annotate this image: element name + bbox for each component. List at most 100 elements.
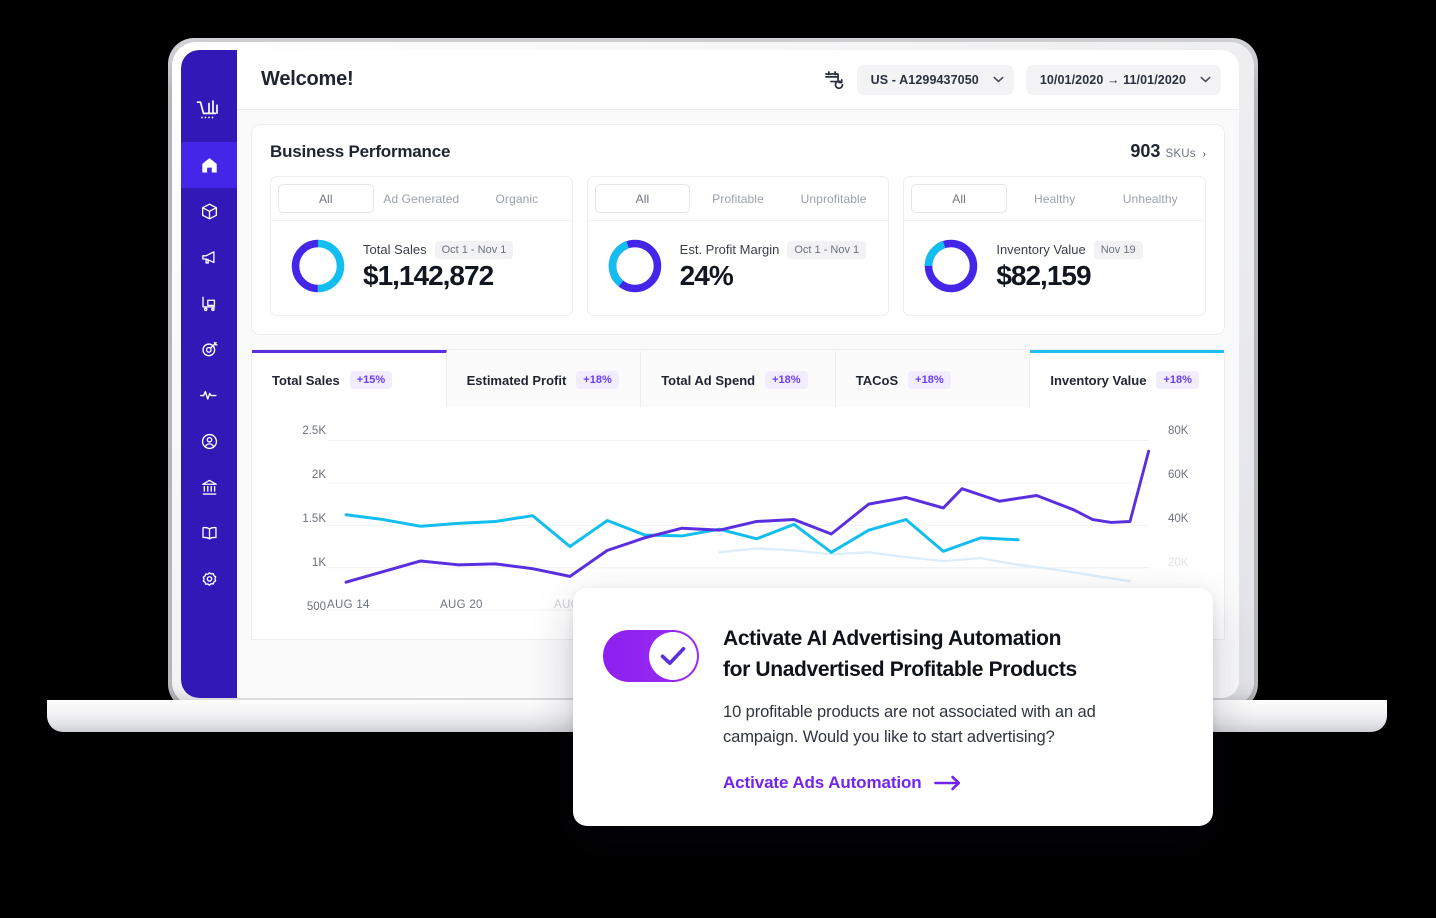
metric-label: Total Sales: [363, 242, 427, 258]
sidebar-item-inventory[interactable]: [181, 280, 237, 326]
screenshot-stage: Welcome! US - A1299437050 10/01/2020 → 1…: [0, 0, 1436, 918]
calendar-sync-icon[interactable]: [823, 69, 845, 91]
sidebar-item-finance[interactable]: [181, 464, 237, 510]
segment-profitable[interactable]: Profitable: [690, 184, 786, 213]
chart-tab-bar: Total Sales +15% Estimated Profit +18% T…: [252, 350, 1224, 407]
marketplace-select[interactable]: US - A1299437050: [856, 64, 1014, 95]
metric-value: $82,159: [996, 259, 1091, 291]
segmented-control-profit-margin: All Profitable Unprofitable: [587, 177, 889, 221]
tab-delta-badge: +18%: [908, 371, 951, 389]
sidebar-item-advertising[interactable]: [181, 234, 237, 280]
metric-value: $1,142,872: [363, 259, 494, 291]
tab-tacos[interactable]: TACoS +18%: [835, 350, 1031, 407]
skus-label: SKUs: [1165, 148, 1196, 160]
toggle-on-check-icon[interactable]: [603, 630, 699, 682]
tab-estimated-profit[interactable]: Estimated Profit +18%: [446, 350, 642, 407]
shopping-cart-bars-logo-icon: [196, 100, 218, 119]
segment-organic[interactable]: Organic: [469, 184, 565, 213]
metric-card-total-sales: All Ad Generated Organic Total Sales Oct…: [270, 176, 573, 316]
business-performance-header: Business Performance 903 SKUs ›: [270, 141, 1206, 162]
right-tick: 60K: [1168, 469, 1189, 481]
box-icon: [201, 203, 217, 219]
metric-label: Est. Profit Margin: [679, 242, 780, 258]
chevron-down-icon: [1200, 76, 1211, 83]
donut-chart-profit-margin: [608, 239, 661, 293]
metric-period-chip: Oct 1 - Nov 1: [787, 240, 867, 259]
metric-label-row: Inventory Value Nov 19: [996, 240, 1143, 259]
topbar: Welcome! US - A1299437050 10/01/2020 → 1…: [237, 50, 1239, 110]
metric-text: Est. Profit Margin Oct 1 - Nov 1 24%: [679, 240, 867, 291]
tab-delta-badge: +15%: [349, 371, 393, 389]
metric-text: Inventory Value Nov 19 $82,159: [996, 240, 1143, 291]
segment-unhealthy[interactable]: Unhealthy: [1102, 184, 1198, 213]
promo-body: Activate AI Advertising Automation for U…: [723, 624, 1173, 826]
metric-body: Est. Profit Margin Oct 1 - Nov 1 24%: [588, 221, 889, 315]
segment-all[interactable]: All: [911, 184, 1007, 213]
tab-label: Total Sales: [272, 372, 340, 388]
metric-body: Total Sales Oct 1 - Nov 1 $1,142,872: [271, 221, 572, 315]
target-icon: [201, 341, 218, 356]
promo-title: Activate AI Advertising Automation for U…: [723, 624, 1173, 686]
tab-total-ad-spend[interactable]: Total Ad Spend +18%: [641, 350, 836, 407]
right-tick: 40K: [1168, 513, 1189, 525]
sidebar-item-products[interactable]: [181, 188, 237, 234]
left-tick: 1.5K: [302, 513, 326, 525]
segmented-control-inventory-value: All Healthy Unhealthy: [904, 177, 1206, 221]
promo-title-line1: Activate AI Advertising Automation: [723, 627, 1062, 650]
megaphone-icon: [201, 250, 215, 264]
sidebar-item-analytics[interactable]: [181, 372, 237, 418]
warehouse-cart-icon: [201, 296, 215, 311]
business-performance-title: Business Performance: [270, 142, 451, 161]
metric-card-inventory-value: All Healthy Unhealthy Inventory Value No…: [903, 176, 1207, 316]
arrow-right-icon: [933, 775, 960, 791]
promo-description: 10 profitable products are not associate…: [723, 702, 1096, 747]
segment-unprofitable[interactable]: Unprofitable: [786, 184, 882, 213]
segment-ad-generated[interactable]: Ad Generated: [374, 184, 470, 213]
skus-summary[interactable]: 903 SKUs ›: [1130, 141, 1206, 162]
marketplace-value: US - A1299437050: [870, 72, 979, 87]
right-tick: 80K: [1168, 425, 1189, 437]
metric-label-row: Est. Profit Margin Oct 1 - Nov 1: [679, 240, 867, 259]
segment-healthy[interactable]: Healthy: [1007, 184, 1103, 213]
series-total-sales: [344, 513, 1020, 554]
activate-ads-automation-link[interactable]: Activate Ads Automation: [723, 773, 962, 793]
sidebar: [181, 50, 237, 698]
tab-label: Inventory Value: [1050, 372, 1147, 388]
donut-chart-inventory-value: [925, 239, 978, 293]
segment-all[interactable]: All: [594, 184, 691, 213]
tab-label: Estimated Profit: [466, 372, 567, 388]
metric-period-chip: Oct 1 - Nov 1: [434, 240, 514, 259]
date-range-select[interactable]: 10/01/2020 → 11/01/2020: [1025, 64, 1221, 95]
segmented-control-total-sales: All Ad Generated Organic: [271, 177, 572, 221]
tab-inventory-value[interactable]: Inventory Value +18%: [1030, 350, 1224, 407]
metric-value: 24%: [679, 259, 734, 291]
sidebar-item-library[interactable]: [181, 510, 237, 556]
right-tick: 20K: [1168, 557, 1189, 569]
promo-cta-label: Activate Ads Automation: [723, 772, 922, 792]
left-tick: 2.5K: [302, 425, 326, 437]
business-performance-card: Business Performance 903 SKUs › All Ad G…: [251, 124, 1225, 335]
metric-label-row: Total Sales Oct 1 - Nov 1: [363, 240, 514, 259]
ai-automation-promo-card[interactable]: Activate AI Advertising Automation for U…: [573, 588, 1213, 826]
sidebar-item-home[interactable]: [181, 142, 237, 188]
metric-period-chip: Nov 19: [1093, 240, 1143, 259]
donut-chart-total-sales: [291, 239, 345, 293]
sidebar-item-settings[interactable]: [181, 556, 237, 602]
series-inventory-value: [344, 449, 1151, 584]
series-faded-trend: [718, 547, 1132, 583]
sidebar-item-account[interactable]: [181, 418, 237, 464]
metric-card-profit-margin: All Profitable Unprofitable Est. Profit …: [586, 176, 890, 316]
app-logo[interactable]: [181, 80, 237, 142]
skus-count: 903: [1130, 141, 1161, 161]
pulse-icon: [199, 390, 217, 400]
page-title: Welcome!: [261, 68, 354, 90]
user-circle-icon: [201, 433, 217, 449]
tab-label: Total Ad Spend: [661, 372, 756, 388]
promo-title-line2: for Unadvertised Profitable Products: [723, 657, 1077, 681]
tab-delta-badge: +18%: [765, 371, 808, 389]
x-tick: AUG 14: [327, 599, 370, 611]
segment-all[interactable]: All: [278, 184, 374, 213]
tab-total-sales[interactable]: Total Sales +15%: [252, 350, 447, 407]
sidebar-item-targeting[interactable]: [181, 326, 237, 372]
tab-delta-badge: +18%: [576, 371, 619, 389]
